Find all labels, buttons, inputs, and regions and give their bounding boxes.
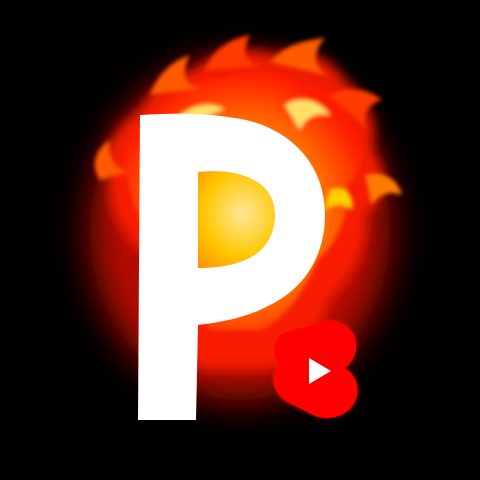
fire-p-logo [90, 35, 402, 421]
logo-canvas [0, 0, 480, 480]
youtube-shorts-icon [273, 320, 358, 418]
